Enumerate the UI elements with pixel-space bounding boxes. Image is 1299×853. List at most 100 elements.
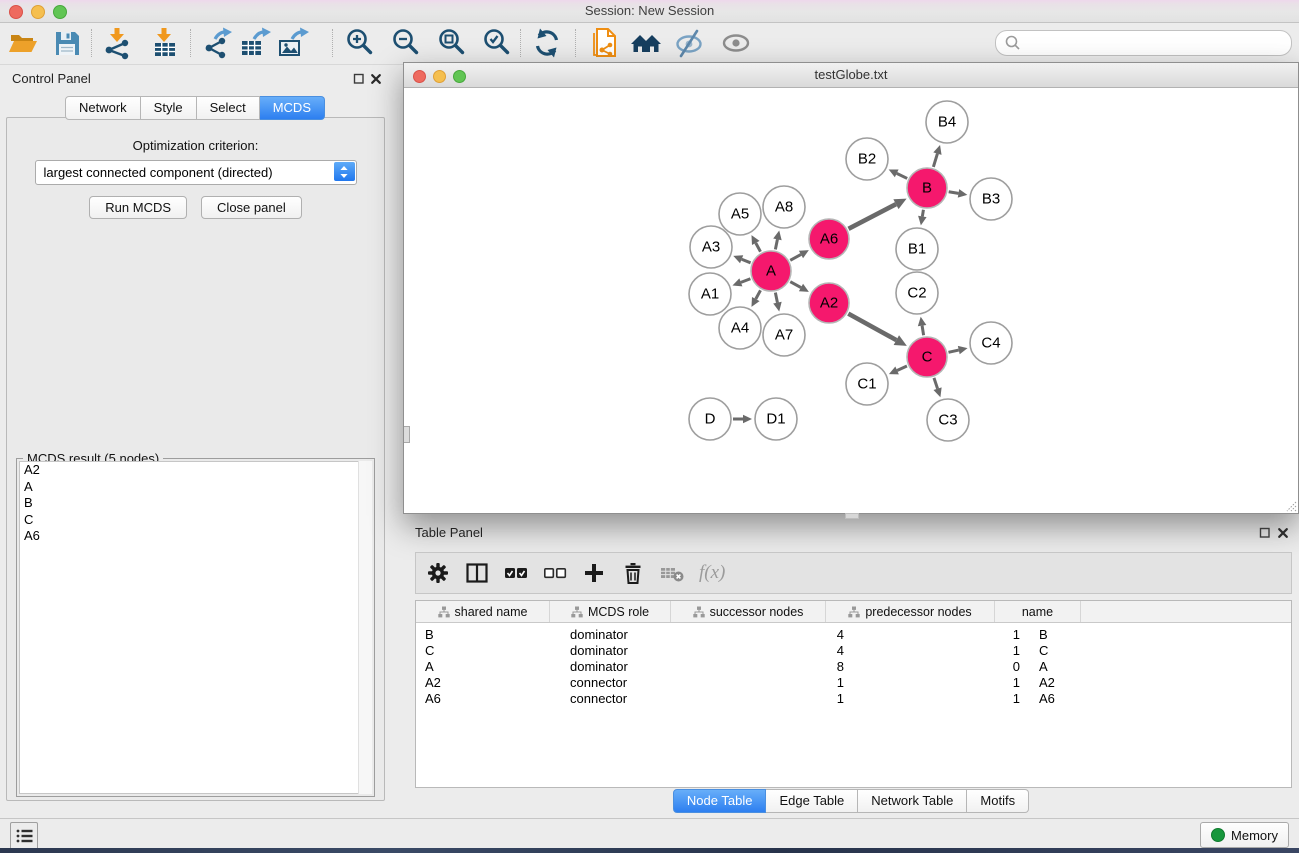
float-table-panel-icon[interactable] — [1259, 527, 1271, 539]
node-B4[interactable]: B4 — [926, 101, 968, 143]
tab-select[interactable]: Select — [197, 96, 260, 120]
node-C3[interactable]: C3 — [927, 399, 969, 441]
edge-A2-C[interactable] — [848, 314, 896, 340]
resize-grip-icon[interactable] — [1283, 498, 1297, 512]
tab-style[interactable]: Style — [141, 96, 197, 120]
node-B2[interactable]: B2 — [846, 138, 888, 180]
table-row-b[interactable]: Bdominator41B — [416, 626, 1291, 642]
add-column-icon[interactable] — [582, 561, 606, 585]
settings-gear-icon[interactable] — [426, 561, 450, 585]
show-selected-icon[interactable] — [719, 26, 753, 60]
node-A7[interactable]: A7 — [763, 314, 805, 356]
node-A3[interactable]: A3 — [690, 226, 732, 268]
edge-B-B2[interactable] — [897, 173, 907, 178]
node-C4[interactable]: C4 — [970, 322, 1012, 364]
node-A8[interactable]: A8 — [763, 186, 805, 228]
result-item-c[interactable]: C — [20, 512, 371, 529]
tab-edge-table[interactable]: Edge Table — [766, 789, 858, 813]
edge-A6-B[interactable] — [849, 204, 896, 229]
delete-column-icon[interactable] — [621, 561, 645, 585]
deselect-all-icon[interactable] — [543, 561, 567, 585]
zoom-fit-icon[interactable] — [435, 26, 469, 60]
tab-network-table[interactable]: Network Table — [858, 789, 967, 813]
tab-mcds[interactable]: MCDS — [260, 96, 325, 120]
export-network-icon[interactable] — [201, 26, 235, 60]
table-row-a2[interactable]: A2connector11A2 — [416, 674, 1291, 690]
tab-motifs[interactable]: Motifs — [967, 789, 1029, 813]
show-column-icon[interactable] — [465, 561, 489, 585]
close-table-panel-icon[interactable] — [1277, 527, 1289, 539]
zoom-in-icon[interactable] — [343, 26, 377, 60]
edge-A-A3[interactable] — [742, 259, 751, 263]
new-network-file-icon[interactable] — [588, 26, 622, 60]
float-panel-icon[interactable] — [353, 73, 365, 85]
table-row-a6[interactable]: A6connector11A6 — [416, 690, 1291, 706]
search-box[interactable] — [995, 30, 1292, 56]
column-header-name[interactable]: name — [995, 601, 1081, 622]
node-C1[interactable]: C1 — [846, 363, 888, 405]
tab-network[interactable]: Network — [65, 96, 141, 120]
edge-A-A2[interactable] — [790, 282, 801, 288]
node-B[interactable]: B — [907, 168, 947, 208]
node-C[interactable]: C — [907, 337, 947, 377]
edge-A-A8[interactable] — [775, 239, 777, 249]
table-row-a[interactable]: Adominator80A — [416, 658, 1291, 674]
function-builder-icon[interactable]: f(x) — [699, 562, 725, 584]
edge-C-C1[interactable] — [897, 366, 907, 370]
import-table-icon[interactable] — [148, 26, 182, 60]
close-panel-icon[interactable] — [370, 73, 382, 85]
node-A5[interactable]: A5 — [719, 193, 761, 235]
column-header-MCDS-role[interactable]: MCDS role — [550, 601, 671, 622]
panel-divider-grip[interactable] — [404, 426, 410, 443]
result-item-b[interactable]: B — [20, 495, 371, 512]
table-row-c[interactable]: Cdominator41C — [416, 642, 1291, 658]
edge-C-C2[interactable] — [922, 326, 924, 336]
node-B1[interactable]: B1 — [896, 228, 938, 270]
node-C2[interactable]: C2 — [896, 272, 938, 314]
node-A4[interactable]: A4 — [719, 307, 761, 349]
zoom-selected-icon[interactable] — [480, 26, 514, 60]
save-session-icon[interactable] — [50, 26, 84, 60]
zoom-out-icon[interactable] — [389, 26, 423, 60]
edge-C-C4[interactable] — [948, 350, 958, 352]
edge-A-A5[interactable] — [756, 243, 761, 252]
result-item-a6[interactable]: A6 — [20, 528, 371, 545]
edge-B-B1[interactable] — [922, 210, 923, 217]
network-window-titlebar[interactable]: testGlobe.txt — [404, 63, 1298, 88]
delete-table-icon[interactable] — [660, 561, 684, 585]
node-A1[interactable]: A1 — [689, 273, 731, 315]
network-canvas[interactable]: A A6 A2 B C A5A8 A3 A1A4A7 B2 B4B3 B1C2 C4 C1 C3 D D1 — [404, 88, 1298, 513]
edge-A-A4[interactable] — [756, 290, 761, 299]
edge-A-A7[interactable] — [775, 293, 777, 303]
edge-A-A1[interactable] — [741, 279, 751, 283]
refresh-layout-icon[interactable] — [530, 26, 564, 60]
result-item-a2[interactable]: A2 — [20, 462, 371, 479]
hide-selected-icon[interactable] — [673, 26, 707, 60]
edge-A-A6[interactable] — [790, 254, 801, 260]
node-D[interactable]: D — [689, 398, 731, 440]
edge-B-B3[interactable] — [949, 192, 959, 194]
edge-C-C3[interactable] — [934, 378, 938, 389]
result-scrollbar[interactable] — [358, 461, 372, 794]
edge-B-B4[interactable] — [933, 154, 937, 167]
result-item-a[interactable]: A — [20, 479, 371, 496]
import-network-icon[interactable] — [101, 26, 135, 60]
node-A2[interactable]: A2 — [809, 283, 849, 323]
run-mcds-button[interactable]: Run MCDS — [89, 196, 187, 219]
memory-button[interactable]: Memory — [1200, 822, 1289, 848]
open-session-icon[interactable] — [6, 26, 40, 60]
select-all-icon[interactable] — [504, 561, 528, 585]
home-icon[interactable] — [629, 26, 663, 60]
mcds-result-list[interactable]: A2ABCA6 — [19, 461, 372, 794]
export-image-icon[interactable] — [276, 26, 310, 60]
optimization-select[interactable]: largest connected component (directed) — [35, 160, 357, 185]
node-B3[interactable]: B3 — [970, 178, 1012, 220]
node-D1[interactable]: D1 — [755, 398, 797, 440]
close-panel-button[interactable]: Close panel — [201, 196, 302, 219]
export-table-icon[interactable] — [238, 26, 272, 60]
tab-node-table[interactable]: Node Table — [673, 789, 767, 813]
node-A6[interactable]: A6 — [809, 219, 849, 259]
column-header-shared-name[interactable]: shared name — [416, 601, 550, 622]
search-input[interactable] — [1022, 35, 1266, 52]
node-A[interactable]: A — [751, 251, 791, 291]
